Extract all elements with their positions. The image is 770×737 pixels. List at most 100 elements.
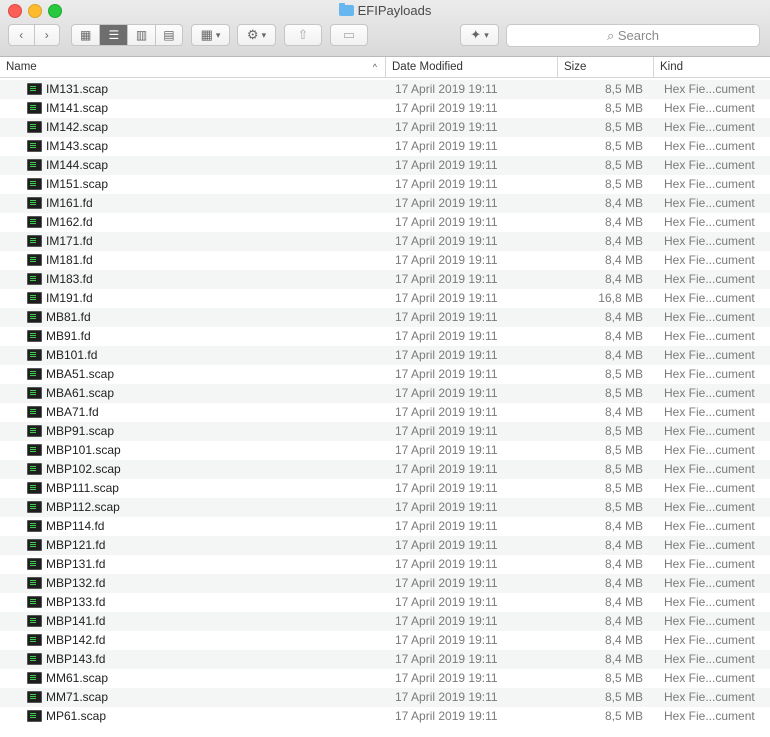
file-row[interactable]: MBP141.fd 17 April 2019 19:11 8,4 MB Hex Fi… <box>0 612 770 631</box>
file-kind: Hex Fie...cument <box>664 177 755 191</box>
file-row[interactable]: MBP114.fd 17 April 2019 19:11 8,4 MB Hex Fi… <box>0 517 770 536</box>
file-size: 8,4 MB <box>604 253 643 267</box>
file-row[interactable]: MBP102.scap 17 April 2019 19:11 8,5 MB Hex … <box>0 460 770 479</box>
file-size: 8,4 MB <box>604 196 643 210</box>
file-kind: Hex Fie...cument <box>664 443 755 457</box>
file-date-modified: 17 April 2019 19:11 <box>395 329 498 343</box>
file-name: MBP121.fd <box>46 538 106 552</box>
sort-ascending-icon: ^ <box>372 62 377 72</box>
file-icon <box>27 83 42 95</box>
file-row[interactable]: MBA71.fd 17 April 2019 19:11 8,4 MB Hex Fie… <box>0 403 770 422</box>
file-row[interactable]: IM141.scap 17 April 2019 19:11 8,5 MB Hex F… <box>0 99 770 118</box>
file-row[interactable]: MBP132.fd 17 April 2019 19:11 8,4 MB Hex Fi… <box>0 574 770 593</box>
file-row[interactable]: IM151.scap 17 April 2019 19:11 8,5 MB Hex F… <box>0 175 770 194</box>
file-row[interactable]: MBP101.scap 17 April 2019 19:11 8,5 MB Hex … <box>0 441 770 460</box>
file-row[interactable]: MBP91.scap 17 April 2019 19:11 8,5 MB Hex F… <box>0 422 770 441</box>
file-row[interactable]: IM161.fd 17 April 2019 19:11 8,4 MB Hex Fie… <box>0 194 770 213</box>
file-name: MBP132.fd <box>46 576 106 590</box>
file-row[interactable]: IM181.fd 17 April 2019 19:11 8,4 MB Hex Fie… <box>0 251 770 270</box>
file-row[interactable]: MBP111.scap 17 April 2019 19:11 8,5 MB Hex … <box>0 479 770 498</box>
file-icon <box>27 444 42 456</box>
file-kind: Hex Fie...cument <box>664 557 755 571</box>
list-view-button[interactable]: ☰ <box>100 25 129 45</box>
column-view-button[interactable]: ▥ <box>128 25 156 45</box>
file-name: IM191.fd <box>46 291 93 305</box>
chevron-right-icon: › <box>44 28 49 42</box>
column-kind-header[interactable]: Kind <box>654 57 770 77</box>
file-row[interactable]: MBA61.scap 17 April 2019 19:11 8,5 MB Hex F… <box>0 384 770 403</box>
file-icon <box>27 406 42 418</box>
icon-view-button[interactable]: ▦ <box>72 25 101 45</box>
file-row[interactable]: IM171.fd 17 April 2019 19:11 8,4 MB Hex Fie… <box>0 232 770 251</box>
file-size: 8,5 MB <box>604 671 643 685</box>
group-by-button[interactable]: ▦ ▾ <box>191 24 230 46</box>
file-row[interactable]: MBP131.fd 17 April 2019 19:11 8,4 MB Hex Fi… <box>0 555 770 574</box>
file-row[interactable]: MBP121.fd 17 April 2019 19:11 8,4 MB Hex Fi… <box>0 536 770 555</box>
tags-button[interactable]: ▭ <box>330 24 368 46</box>
list-icon: ☰ <box>108 28 120 42</box>
window-title: EFIPayloads <box>0 3 770 19</box>
file-row[interactable]: IM162.fd 17 April 2019 19:11 8,4 MB Hex Fie… <box>0 213 770 232</box>
file-icon <box>27 539 42 551</box>
file-name: MBP102.scap <box>46 462 121 476</box>
file-row[interactable]: IM144.scap 17 April 2019 19:11 8,5 MB Hex F… <box>0 156 770 175</box>
file-name: MBP112.scap <box>46 500 120 514</box>
file-icon <box>27 197 42 209</box>
column-size-header[interactable]: Size <box>558 57 654 77</box>
file-row[interactable]: MBP142.fd 17 April 2019 19:11 8,4 MB Hex Fi… <box>0 631 770 650</box>
file-row[interactable]: MB81.fd 17 April 2019 19:11 8,4 MB Hex Fie.… <box>0 308 770 327</box>
file-date-modified: 17 April 2019 19:11 <box>395 405 498 419</box>
file-row[interactable]: IM183.fd 17 April 2019 19:11 8,4 MB Hex Fie… <box>0 270 770 289</box>
file-icon <box>27 254 42 266</box>
gallery-view-button[interactable]: ▤ <box>156 25 182 45</box>
file-row[interactable]: MBA51.scap 17 April 2019 19:11 8,5 MB Hex F… <box>0 365 770 384</box>
file-row[interactable]: MBP143.fd 17 April 2019 19:11 8,4 MB Hex Fi… <box>0 650 770 669</box>
file-date-modified: 17 April 2019 19:11 <box>395 709 498 723</box>
file-row[interactable]: IM131.scap 17 April 2019 19:11 8,5 MB Hex F… <box>0 80 770 99</box>
back-button[interactable]: ‹ <box>9 25 35 45</box>
forward-button[interactable]: › <box>35 25 60 45</box>
file-icon <box>27 292 42 304</box>
file-kind: Hex Fie...cument <box>664 633 755 647</box>
file-row[interactable]: MBP112.scap 17 April 2019 19:11 8,5 MB Hex … <box>0 498 770 517</box>
search-field[interactable]: ⌕ Search <box>506 24 760 47</box>
file-row[interactable]: MB101.fd 17 April 2019 19:11 8,4 MB Hex Fie… <box>0 346 770 365</box>
dropbox-icon: ✦ <box>470 27 482 42</box>
gallery-icon: ▤ <box>163 28 175 42</box>
file-kind: Hex Fie...cument <box>664 82 755 96</box>
file-date-modified: 17 April 2019 19:11 <box>395 120 498 134</box>
file-date-modified: 17 April 2019 19:11 <box>395 614 498 628</box>
file-name: MB81.fd <box>46 310 91 324</box>
gear-icon: ⚙ <box>246 27 259 42</box>
file-size: 8,4 MB <box>604 595 643 609</box>
file-row[interactable]: IM191.fd 17 April 2019 19:11 16,8 MB Hex Fi… <box>0 289 770 308</box>
file-row[interactable]: MBP133.fd 17 April 2019 19:11 8,4 MB Hex Fi… <box>0 593 770 612</box>
file-row[interactable]: MM61.scap 17 April 2019 19:11 8,5 MB Hex Fi… <box>0 669 770 688</box>
file-row[interactable]: IM142.scap 17 April 2019 19:11 8,5 MB Hex F… <box>0 118 770 137</box>
file-size: 8,4 MB <box>604 405 643 419</box>
chevron-down-icon: ▾ <box>484 29 489 40</box>
file-row[interactable]: IM143.scap 17 April 2019 19:11 8,5 MB Hex F… <box>0 137 770 156</box>
file-date-modified: 17 April 2019 19:11 <box>395 348 498 362</box>
share-button[interactable]: ⇧ <box>284 24 322 46</box>
file-row[interactable]: MB91.fd 17 April 2019 19:11 8,4 MB Hex Fie.… <box>0 327 770 346</box>
file-name: IM142.scap <box>46 120 109 134</box>
file-date-modified: 17 April 2019 19:11 <box>395 82 498 96</box>
file-date-modified: 17 April 2019 19:11 <box>395 234 498 248</box>
folder-icon <box>338 3 354 16</box>
column-name-header[interactable]: Name ^ <box>0 57 386 77</box>
file-row[interactable]: MM71.scap 17 April 2019 19:11 8,5 MB Hex Fi… <box>0 688 770 707</box>
file-kind: Hex Fie...cument <box>664 386 755 400</box>
file-date-modified: 17 April 2019 19:11 <box>395 158 498 172</box>
dropbox-button[interactable]: ✦ ▾ <box>460 24 499 46</box>
file-row[interactable]: MP61.scap 17 April 2019 19:11 8,5 MB Hex Fi… <box>0 707 770 726</box>
file-size: 8,5 MB <box>604 367 643 381</box>
file-kind: Hex Fie...cument <box>664 215 755 229</box>
file-size: 8,4 MB <box>604 234 643 248</box>
file-icon <box>27 330 42 342</box>
column-date-header[interactable]: Date Modified <box>386 57 558 77</box>
action-gear-button[interactable]: ⚙ ▾ <box>237 24 276 46</box>
column-name-label: Name <box>6 61 37 73</box>
file-size: 8,4 MB <box>604 215 643 229</box>
grid-icon: ▦ <box>79 28 92 42</box>
